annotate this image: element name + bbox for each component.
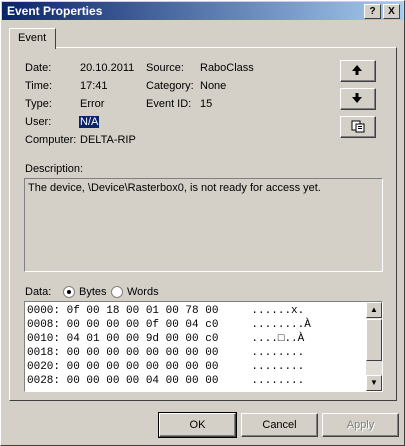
next-event-button[interactable]: [340, 88, 376, 110]
tab-event[interactable]: Event: [9, 28, 56, 49]
hex-line: 0000: 0f 00 18 00 01 00 78 00 ......x.: [27, 305, 305, 317]
arrow-up-icon: [352, 65, 362, 75]
hex-line: 0020: 00 00 00 00 00 00 00 00 ........: [27, 361, 305, 373]
description-text: The device, \Device\Rasterbox0, is not r…: [28, 182, 321, 194]
eventid-label: Event ID:: [146, 98, 192, 110]
cancel-button[interactable]: Cancel: [241, 413, 318, 437]
event-properties-window: Event Properties ? X Event Date: 20.10.2…: [0, 0, 405, 446]
previous-event-button[interactable]: [340, 60, 376, 82]
source-value: RaboClass: [200, 62, 254, 74]
tab-event-label: Event: [18, 32, 47, 44]
data-label: Data:: [25, 286, 52, 298]
data-hex-view[interactable]: 0000: 0f 00 18 00 01 00 78 00 ......x. 0…: [24, 301, 383, 392]
computer-value: DELTA-RIP: [80, 134, 136, 146]
hex-scrollbar[interactable]: ▲ ▼: [366, 302, 382, 391]
user-value[interactable]: N/A: [79, 116, 100, 128]
copy-button[interactable]: [340, 116, 376, 138]
ok-button[interactable]: OK: [158, 412, 237, 438]
scroll-up-icon[interactable]: ▲: [366, 302, 382, 318]
user-label: User:: [25, 116, 52, 128]
time-label: Time:: [25, 80, 53, 92]
hex-line: 0008: 00 00 00 00 0f 00 04 c0 ........À: [27, 319, 311, 331]
eventid-value: 15: [200, 98, 213, 110]
window-title: Event Properties: [7, 4, 103, 18]
category-value: None: [200, 80, 227, 92]
description-label: Description:: [25, 163, 84, 175]
description-box[interactable]: The device, \Device\Rasterbox0, is not r…: [24, 178, 383, 272]
hex-line: 0028: 00 00 00 00 04 00 00 00 ........: [27, 375, 305, 387]
words-radio-label[interactable]: Words: [127, 286, 159, 298]
type-value: Error: [80, 98, 105, 110]
type-label: Type:: [25, 98, 52, 110]
hex-line: 0010: 04 01 00 00 9d 00 00 c0 ....□..À: [27, 333, 305, 345]
source-label: Source:: [146, 62, 184, 74]
apply-button[interactable]: Apply: [322, 413, 399, 437]
copy-icon: [351, 120, 365, 133]
time-value: 17:41: [80, 80, 108, 92]
bytes-radio[interactable]: [63, 286, 75, 298]
help-button[interactable]: ?: [364, 4, 381, 19]
title-bar[interactable]: Event Properties ? X: [2, 2, 403, 20]
arrow-down-icon: [352, 93, 362, 103]
words-radio[interactable]: [111, 286, 123, 298]
radio-selected-dot: [67, 290, 71, 294]
scroll-thumb[interactable]: [366, 319, 382, 361]
close-button[interactable]: X: [383, 4, 400, 19]
date-label: Date:: [25, 62, 52, 74]
scroll-down-icon[interactable]: ▼: [366, 375, 382, 391]
computer-label: Computer:: [25, 134, 77, 146]
date-value: 20.10.2011: [80, 62, 135, 74]
category-label: Category:: [146, 80, 194, 92]
bytes-radio-label[interactable]: Bytes: [79, 286, 107, 298]
hex-line: 0018: 00 00 00 00 00 00 00 00 ........: [27, 347, 305, 359]
